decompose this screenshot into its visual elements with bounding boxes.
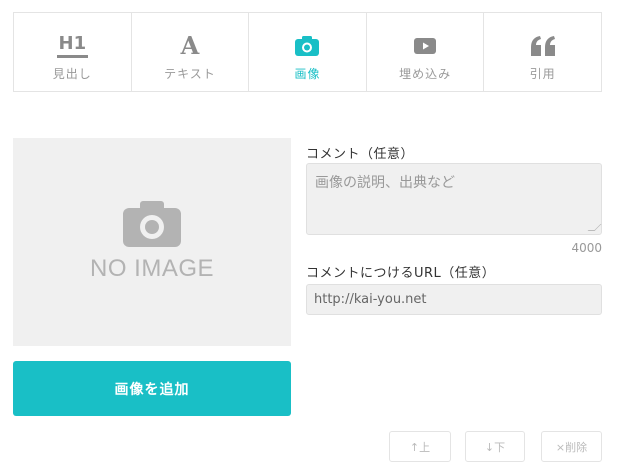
url-input[interactable]: http://kai-you.net [306, 284, 602, 315]
camera-icon [123, 201, 181, 247]
image-preview: NO IMAGE [13, 138, 291, 346]
tab-embed-label: 埋め込み [399, 67, 452, 81]
tab-embed[interactable]: 埋め込み [367, 13, 485, 91]
url-input-value: http://kai-you.net [314, 292, 427, 307]
tab-quote[interactable]: 引用 [484, 13, 601, 91]
comment-textarea[interactable]: 画像の説明、出典など [306, 163, 602, 235]
camera-icon [295, 36, 320, 56]
character-counter: 4000 [571, 241, 602, 255]
tab-quote-label: 引用 [529, 67, 556, 81]
tab-text-label: テキスト [164, 67, 216, 81]
block-type-tabbar: H1 見出し A テキスト 画像 埋め込み 引用 [13, 12, 602, 92]
url-label: コメントにつけるURL（任意） [306, 266, 496, 281]
delete-button[interactable]: ×削除 [541, 431, 602, 462]
move-down-button[interactable]: ↓下 [465, 431, 525, 462]
move-up-button[interactable]: ↑上 [389, 431, 451, 462]
tab-heading-label: 見出し [52, 67, 92, 81]
video-play-icon [414, 38, 437, 54]
h1-icon: H1 [56, 34, 89, 58]
tab-image-label: 画像 [294, 67, 321, 81]
tab-heading[interactable]: H1 見出し [14, 13, 132, 91]
no-image-text: NO IMAGE [89, 255, 214, 282]
comment-label: コメント（任意） [306, 147, 415, 162]
tab-image[interactable]: 画像 [249, 13, 367, 91]
quote-icon [530, 36, 555, 56]
comment-placeholder: 画像の説明、出典など [315, 175, 455, 191]
text-a-icon: A [180, 31, 200, 60]
resize-handle-icon[interactable] [587, 224, 602, 231]
add-image-button[interactable]: 画像を追加 [13, 361, 291, 416]
tab-text[interactable]: A テキスト [132, 13, 250, 91]
